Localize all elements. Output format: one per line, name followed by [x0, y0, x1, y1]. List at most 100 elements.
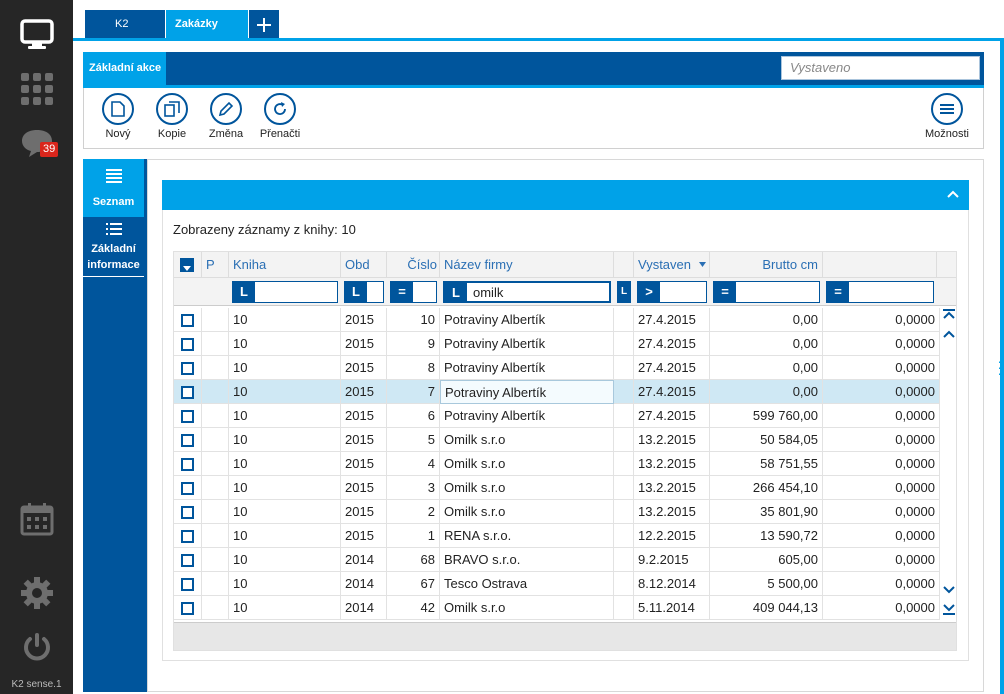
scroll-down-icon[interactable]	[942, 582, 956, 596]
filter-cislo[interactable]: =	[390, 281, 437, 303]
reload-button[interactable]: Přenačti	[252, 93, 308, 140]
header-nazev-firmy[interactable]: Název firmy	[440, 252, 614, 278]
row-checkbox[interactable]	[181, 314, 194, 327]
filter-obd[interactable]: L	[344, 281, 384, 303]
filter-vystaveno[interactable]: >	[637, 281, 707, 303]
row-checkbox[interactable]	[181, 602, 194, 615]
scroll-bottom-icon[interactable]	[942, 602, 956, 616]
row-checkbox[interactable]	[181, 386, 194, 399]
desktop-icon[interactable]	[18, 16, 55, 53]
table-row[interactable]: 10 2015 8 Potraviny Albertík 27.4.2015 0,00 0,…	[174, 356, 940, 380]
side-item-basic-info[interactable]: Základní informace	[83, 219, 144, 277]
filter-brutto[interactable]: =	[713, 281, 820, 303]
cell-brutto: 13 590,72	[710, 524, 823, 548]
settings-gear-icon[interactable]	[18, 574, 55, 611]
row-checkbox[interactable]	[181, 362, 194, 375]
header-brutto[interactable]: Brutto cm	[710, 252, 823, 278]
row-checkbox[interactable]	[181, 554, 194, 567]
filter-nazev-operator[interactable]: L	[445, 283, 467, 303]
table-row[interactable]: 10 2014 68 BRAVO s.r.o. 9.2.2015 605,00 0,0000	[174, 548, 940, 572]
select-all-header[interactable]	[174, 252, 202, 278]
row-checkbox[interactable]	[181, 482, 194, 495]
header-vystaveno[interactable]: Vystaven	[634, 252, 710, 278]
filter-vystaveno-operator[interactable]: >	[638, 282, 660, 302]
copy-button[interactable]: Kopie	[144, 93, 200, 140]
chevron-up-icon[interactable]	[947, 188, 959, 200]
cell-vystaveno: 27.4.2015	[634, 308, 710, 332]
search-input[interactable]: Vystaveno	[781, 56, 980, 80]
row-checkbox[interactable]	[181, 434, 194, 447]
scroll-top-icon[interactable]	[942, 308, 956, 322]
row-checkbox[interactable]	[181, 506, 194, 519]
cell-nazev: Potraviny Albertík	[440, 404, 614, 428]
header-obd[interactable]: Obd	[341, 252, 387, 278]
tab-k2[interactable]: K2	[85, 10, 165, 39]
select-all-dropdown[interactable]	[180, 258, 194, 272]
filter-nazev-firmy[interactable]: L omilk	[443, 281, 611, 303]
reload-button-label: Přenačti	[259, 128, 301, 140]
cell-nazev: BRAVO s.r.o.	[440, 548, 614, 572]
row-checkbox[interactable]	[181, 410, 194, 423]
header-cislo[interactable]: Číslo	[387, 252, 440, 278]
splitter-handle-icon[interactable]: · · ·	[997, 354, 1002, 380]
cell-cislo: 67	[387, 572, 440, 596]
cell-hidden	[614, 548, 634, 572]
cell-vystaveno: 13.2.2015	[634, 452, 710, 476]
row-checkbox[interactable]	[181, 338, 194, 351]
header-hidden-col[interactable]	[614, 252, 634, 278]
new-button[interactable]: Nový	[90, 93, 146, 140]
cell-p	[202, 380, 229, 404]
row-checkbox[interactable]	[181, 530, 194, 543]
header-last-col[interactable]	[823, 252, 937, 278]
table-row[interactable]: 10 2015 2 Omilk s.r.o 13.2.2015 35 801,90 0,00…	[174, 500, 940, 524]
cell-last: 0,0000	[823, 308, 940, 332]
action-bar-title[interactable]: Základní akce	[83, 52, 166, 85]
filter-kniha-operator[interactable]: L	[233, 282, 255, 302]
table-row[interactable]: 10 2015 5 Omilk s.r.o 13.2.2015 50 584,05 0,00…	[174, 428, 940, 452]
header-kniha[interactable]: Kniha	[229, 252, 341, 278]
apps-grid-icon[interactable]	[18, 70, 55, 107]
cell-nazev: Omilk s.r.o	[440, 452, 614, 476]
edit-button[interactable]: Změna	[198, 93, 254, 140]
table-row[interactable]: 10 2015 4 Omilk s.r.o 13.2.2015 58 751,55 0,00…	[174, 452, 940, 476]
row-checkbox-cell	[174, 548, 202, 572]
table-row[interactable]: 10 2015 3 Omilk s.r.o 13.2.2015 266 454,10 0,0…	[174, 476, 940, 500]
filter-brutto-operator[interactable]: =	[714, 282, 736, 302]
add-tab-button[interactable]	[249, 10, 279, 39]
filter-kniha[interactable]: L	[232, 281, 338, 303]
table-row[interactable]: 10 2015 10 Potraviny Albertík 27.4.2015 0,00 0…	[174, 308, 940, 332]
filter-cislo-operator[interactable]: =	[391, 282, 413, 302]
cell-kniha: 10	[229, 356, 341, 380]
side-item-list[interactable]: Seznam	[83, 159, 144, 217]
cell-kniha: 10	[229, 596, 341, 620]
table-row[interactable]: 10 2015 7 Potraviny Albertík 27.4.2015 0,00 0,…	[174, 380, 940, 404]
filter-obd-operator[interactable]: L	[345, 282, 367, 302]
menu-icon	[940, 104, 954, 114]
row-checkbox[interactable]	[181, 458, 194, 471]
record-count-text: Zobrazeny záznamy z knihy: 10	[173, 222, 356, 237]
row-checkbox[interactable]	[181, 578, 194, 591]
vertical-scroll[interactable]	[940, 306, 956, 622]
cell-nazev: Tesco Ostrava	[440, 572, 614, 596]
filter-last-col[interactable]: =	[826, 281, 934, 303]
table-row[interactable]: 10 2015 1 RENA s.r.o. 12.2.2015 13 590,72 0,00…	[174, 524, 940, 548]
table-row[interactable]: 10 2014 67 Tesco Ostrava 8.12.2014 5 500,00 0,…	[174, 572, 940, 596]
table-row[interactable]: 10 2014 42 Omilk s.r.o 5.11.2014 409 044,13 0,…	[174, 596, 940, 620]
table-row[interactable]: 10 2015 9 Potraviny Albertík 27.4.2015 0,00 0,…	[174, 332, 940, 356]
calendar-icon[interactable]	[18, 500, 55, 537]
cell-last: 0,0000	[823, 500, 940, 524]
scroll-up-icon[interactable]	[942, 328, 956, 342]
cell-nazev: Omilk s.r.o	[440, 476, 614, 500]
power-icon[interactable]	[18, 628, 55, 665]
filter-hidden-col[interactable]: L	[617, 281, 631, 303]
cell-cislo: 1	[387, 524, 440, 548]
filter-nazev-value[interactable]: omilk	[473, 283, 503, 303]
bulleted-list-icon	[105, 223, 122, 235]
filter-last-operator[interactable]: =	[827, 282, 849, 302]
table-row[interactable]: 10 2015 6 Potraviny Albertík 27.4.2015 599 76…	[174, 404, 940, 428]
cell-obd: 2015	[341, 500, 387, 524]
cell-nazev: Potraviny Albertík	[440, 332, 614, 356]
header-p[interactable]: P	[202, 252, 229, 278]
tab-zakazky[interactable]: Zakázky	[166, 10, 248, 39]
options-button[interactable]: Možnosti	[919, 93, 975, 140]
